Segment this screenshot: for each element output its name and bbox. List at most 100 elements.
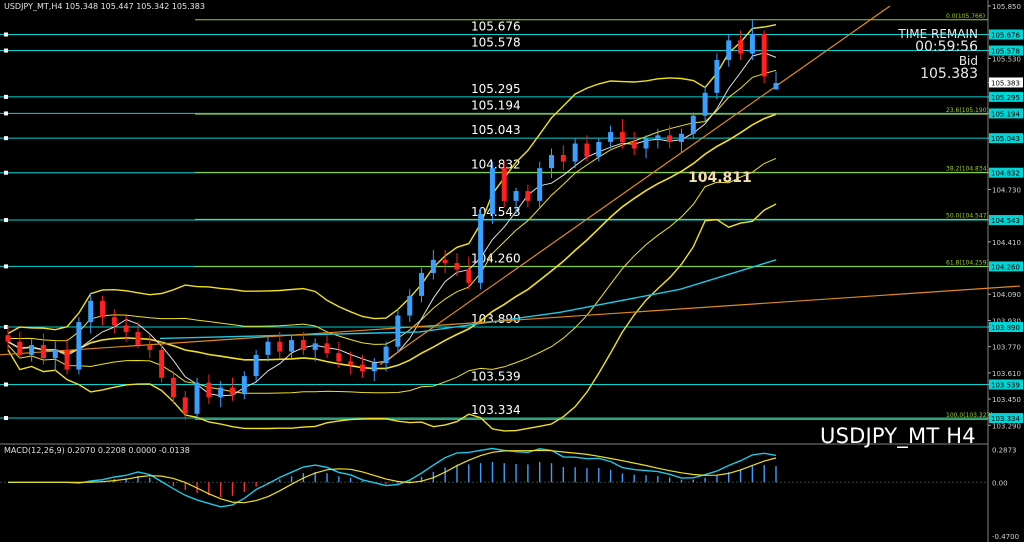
candle-body [702,92,708,116]
fib-label: 0.0(105.766) [946,13,985,20]
candle-body [76,322,82,370]
macd-axis-label: 0.2873 [992,446,1017,454]
level-box-label: 105.676 [991,31,1020,39]
candle-body [123,325,129,332]
candle-body [761,33,767,77]
level-box-label: 104.260 [991,263,1020,271]
level-marker [4,324,8,329]
fib-label: 100.0(103.327) [946,412,993,419]
candle-body [667,135,673,142]
candle-body [52,349,58,359]
candle-body [430,259,436,273]
level-label: 105.194 [471,98,521,112]
candle-body [537,168,543,201]
fib-label: 61.8(104.259) [946,260,989,267]
level-label: 103.539 [471,369,521,383]
candle-body [17,341,23,355]
candle-body [525,191,531,201]
fib-label: 50.0(104.547) [946,212,989,219]
candle-body [419,272,425,296]
level-box-label: 103.890 [991,324,1020,332]
level-marker [4,136,8,141]
candle-body [5,335,11,342]
candle-body [643,138,649,149]
candle-body [229,387,235,395]
candle-body [159,349,165,378]
candle-body [501,168,507,201]
candle-body [608,132,614,142]
candle-body [572,143,578,162]
level-marker [4,416,8,421]
candle-body [100,300,106,318]
candle-body [442,259,448,264]
level-box-label: 103.539 [991,381,1020,389]
axis-tick-label: 103.610 [992,370,1021,378]
candle-body [194,382,200,414]
fib-label: 23.6(105.190) [946,107,989,114]
candle-body [348,361,354,365]
candle-body [773,82,779,90]
macd-axis-label: 0.00 [992,479,1008,487]
candle-body [300,340,306,350]
level-box-label: 105.194 [991,110,1020,118]
level-label: 105.043 [471,123,521,137]
level-label: 103.334 [471,403,521,417]
candle-body [726,40,732,61]
candle-body [170,377,176,398]
chart-header: USDJPY_MT,H4 105.348 105.447 105.342 105… [4,2,205,11]
axis-tick-label: 105.850 [992,3,1021,11]
price-chart[interactable]: 105.676 105.578 105.295 105.194 105.043 104.8… [0,0,1024,542]
bid-value: 105.383 [920,66,978,82]
candle-body [678,133,684,142]
candle-body [111,317,117,326]
candle-body [218,387,224,398]
candle-body [407,295,413,316]
level-box-label: 105.043 [991,135,1020,143]
level-marker [4,111,8,116]
level-marker [4,94,8,99]
axis-tick-label: 104.090 [992,291,1021,299]
candle-body [631,141,637,149]
level-marker [4,382,8,387]
symbol-label: USDJPY_MT H4 [820,424,976,448]
level-marker [4,48,8,53]
candle-body [147,345,153,350]
macd-header: MACD(12,26,9) 0.2070 0.2208 0.0000 -0.01… [4,446,190,455]
annotation-label: 104.811 [688,170,752,186]
candle-body [241,376,247,395]
candle-body [738,40,744,54]
axis-tick-label: 103.770 [992,344,1021,352]
candle-body [584,143,590,157]
candle-body [690,115,696,134]
axis-tick-label: 104.410 [992,239,1021,247]
axis-tick-label: 105.530 [992,55,1021,63]
axis-tick-label: 103.450 [992,396,1021,404]
level-box-label: 104.832 [991,170,1020,178]
candle-body [29,345,35,355]
candle-body [64,349,70,370]
level-box-label: 105.578 [991,48,1020,56]
candle-body [312,343,318,350]
candle-body [383,346,389,364]
candle-body [513,191,519,201]
candle-body [324,343,330,354]
candle-body [253,354,259,377]
candle-body [135,331,141,346]
candle-body [596,141,602,157]
level-box-label: 104.543 [991,217,1020,225]
candle-body [749,33,755,54]
time-remain-value: 00:59:56 [915,39,978,55]
candle-body [655,135,661,139]
candle-body [714,60,720,93]
trading-chart-window: 105.676 105.578 105.295 105.194 105.043 104.8… [0,0,1024,542]
candle-body [560,155,566,162]
candle-body [289,340,295,352]
candle-body [40,345,46,359]
candle-body [206,382,212,398]
candle-body [88,300,94,323]
candle-body [277,341,283,352]
candle-body [336,353,342,362]
candle-body [454,263,460,270]
info-panel: TIME REMAIN 00:59:56 Bid 105.383 [898,28,978,82]
candle-body [395,315,401,347]
